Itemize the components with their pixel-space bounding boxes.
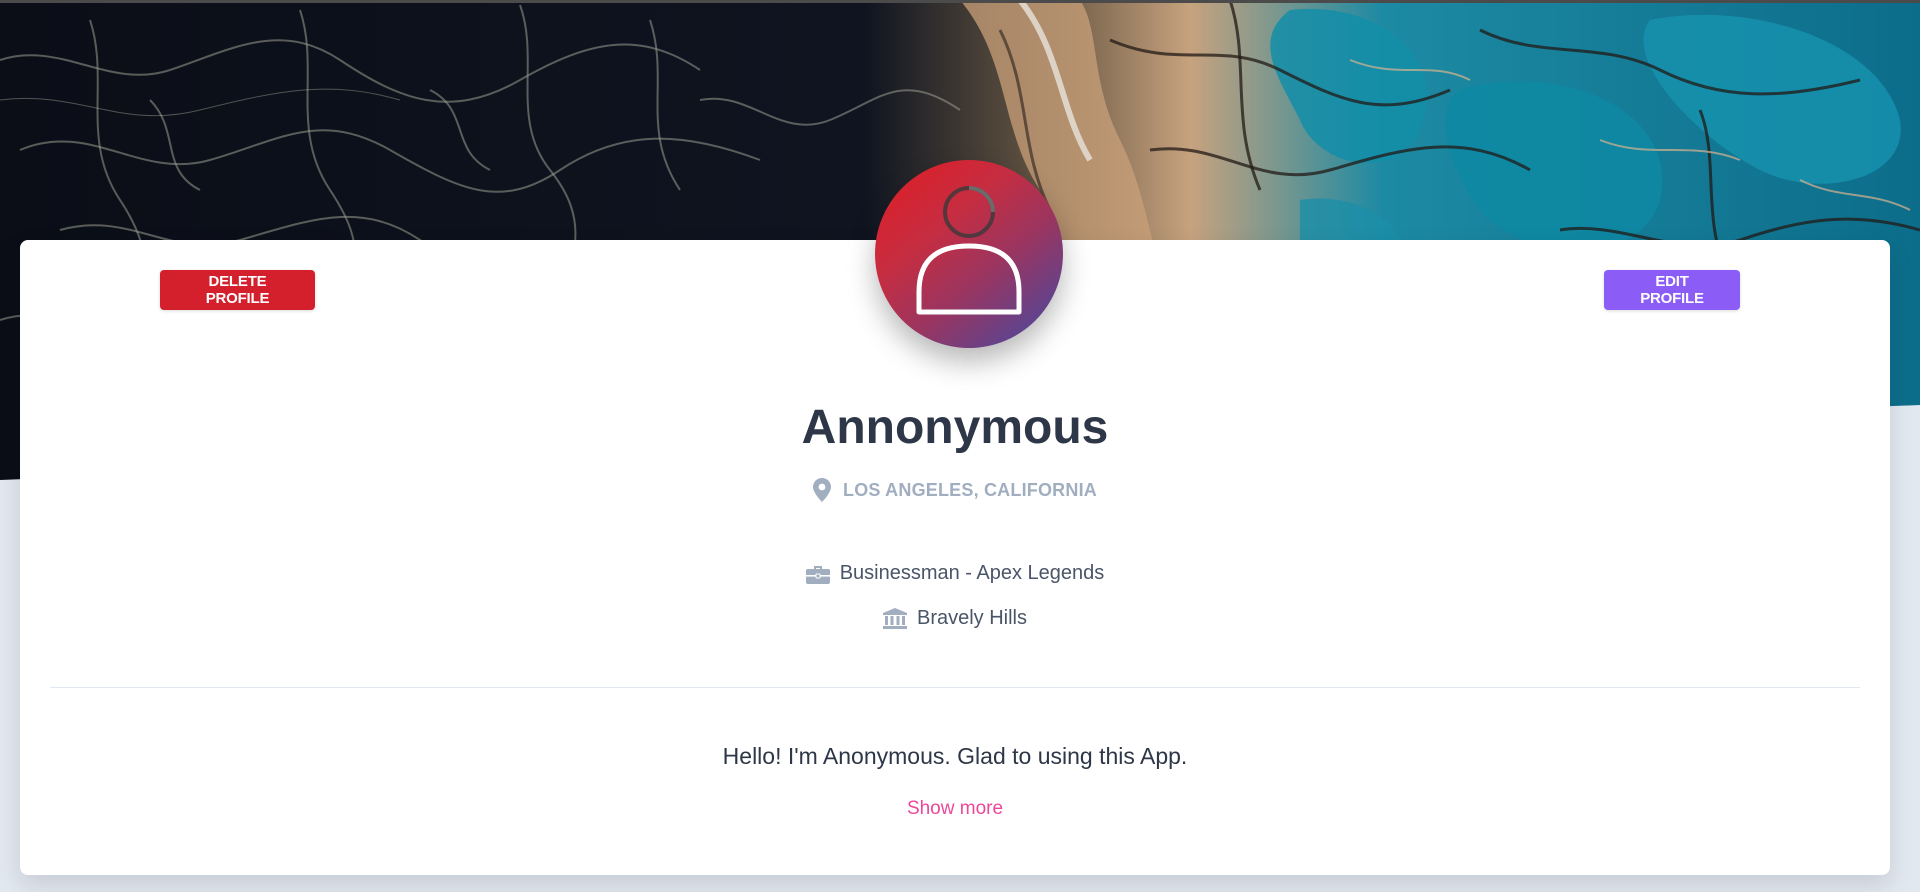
job-text: Businessman - Apex Legends xyxy=(839,562,1105,584)
user-icon xyxy=(916,186,1022,315)
profile-name: Annonymous xyxy=(801,401,1109,454)
delete-profile-button[interactable]: DELETE PROFILE xyxy=(160,270,315,310)
edit-profile-button[interactable]: EDIT PROFILE xyxy=(1604,270,1740,310)
avatar[interactable] xyxy=(875,160,1063,348)
show-more-row: Show more xyxy=(20,798,1890,820)
top-border xyxy=(0,0,1920,3)
profile-card: DELETE PROFILE EDIT PROFILE Annonymous L… xyxy=(20,160,1890,875)
school-row: Bravely Hills xyxy=(20,607,1890,630)
briefcase-icon xyxy=(805,564,830,584)
school-text: Bravely Hills xyxy=(916,607,1028,629)
job-row: Businessman - Apex Legends xyxy=(20,562,1890,585)
location-row: Los Angeles, California xyxy=(20,478,1890,502)
location-text: Los Angeles, California xyxy=(843,479,1097,500)
map-marker-icon xyxy=(813,478,832,502)
bio-text: Hello! I'm Anonymous. Glad to using this… xyxy=(722,743,1188,769)
show-more-link[interactable]: Show more xyxy=(907,798,1003,819)
profile-page: DELETE PROFILE EDIT PROFILE Annonymous L… xyxy=(0,0,1920,892)
university-icon xyxy=(882,607,907,630)
section-divider xyxy=(50,687,1860,688)
